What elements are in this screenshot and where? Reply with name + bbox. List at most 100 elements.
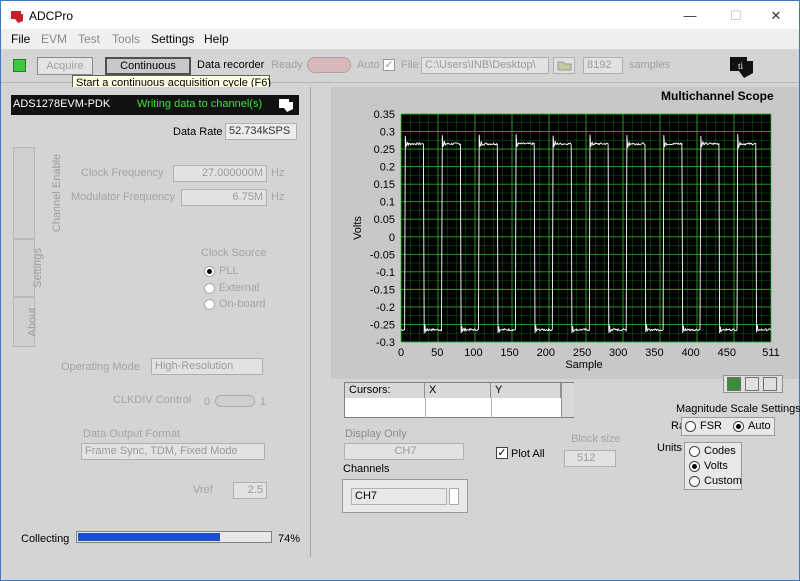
menu-bar: File EVM Test Tools Settings Help: [1, 29, 799, 49]
x-tick-label: 100: [464, 347, 482, 359]
x-tick-label: 200: [537, 347, 555, 359]
file-path-input[interactable]: C:\Users\INB\Desktop\: [421, 57, 549, 74]
data-output-format-label: Data Output Format: [83, 428, 181, 440]
operating-mode-label: Operating Mode: [61, 361, 140, 373]
block-size-label: Block size: [571, 433, 621, 445]
samples-label: samples: [629, 59, 670, 71]
data-recorder-label: Data recorder: [197, 59, 265, 71]
acquire-button[interactable]: Acquire: [37, 57, 93, 75]
file-label: File: [401, 59, 419, 71]
cursor-table-scrollbar[interactable]: [561, 383, 574, 417]
y-tick-label: -0.3: [376, 337, 395, 349]
units-codes-radio[interactable]: [689, 446, 700, 457]
browse-folder-button[interactable]: [553, 57, 575, 74]
zoom-icon[interactable]: [745, 377, 759, 391]
clock-source-external-radio[interactable]: [204, 283, 215, 294]
clkdiv-toggle[interactable]: [215, 395, 255, 407]
modulator-frequency-input[interactable]: 6.75M: [181, 189, 267, 206]
data-rate-label: Data Rate: [173, 126, 223, 138]
block-size-input[interactable]: 512: [564, 450, 616, 467]
units-volts-label: Volts: [704, 460, 728, 472]
clock-frequency-unit: Hz: [271, 167, 285, 179]
progress-percent: 74%: [278, 533, 301, 545]
clock-source-onboard-label: On-board: [219, 298, 266, 310]
collecting-label: Collecting: [21, 533, 70, 545]
evm-header: ADS1278EVM-PDK Writing data to channel(s…: [11, 95, 299, 115]
range-fsr-radio[interactable]: [685, 421, 696, 432]
cursor-table-divider: [491, 398, 492, 418]
y-tick-label: 0.15: [374, 179, 395, 191]
channel-color-swatch[interactable]: [449, 488, 459, 505]
plot-all-label: Plot All: [511, 448, 545, 460]
units-custom-radio[interactable]: [689, 476, 700, 487]
tab-about[interactable]: About: [13, 297, 38, 347]
auto-checkbox[interactable]: ✓: [383, 59, 395, 71]
y-tick-label: -0.1: [376, 267, 395, 279]
units-volts-radio[interactable]: [689, 461, 700, 472]
vref-input[interactable]: 2.5: [233, 482, 267, 499]
clock-source-onboard-radio[interactable]: [204, 299, 215, 310]
operating-mode-select[interactable]: High-Resolution: [151, 358, 263, 375]
ti-evm-icon: [279, 99, 293, 112]
y-tick-label: 0: [389, 232, 395, 244]
evm-status: Writing data to channel(s): [137, 98, 263, 110]
pan-hand-icon[interactable]: [763, 377, 777, 391]
window-title: ADCPro: [29, 9, 74, 23]
continuous-button[interactable]: Continuous: [105, 57, 191, 75]
evm-tabs: Channel Enable Settings About: [13, 147, 63, 347]
data-output-format-select[interactable]: Frame Sync, TDM, Fixed Mode: [81, 443, 265, 460]
samples-input[interactable]: 8192: [583, 57, 623, 74]
auto-label: Auto: [357, 59, 380, 71]
record-indicator: [307, 57, 351, 73]
range-auto-label: Auto: [748, 420, 771, 432]
cursor-table[interactable]: Cursors: X Y: [344, 382, 574, 418]
magnitude-scale-title: Magnitude Scale Settings: [676, 403, 800, 415]
y-tick-label: 0.25: [374, 144, 395, 156]
clock-source-external-label: External: [219, 282, 260, 294]
evm-name: ADS1278EVM-PDK: [13, 98, 111, 110]
channel-select[interactable]: CH7: [351, 488, 447, 505]
x-tick-label: 350: [645, 347, 663, 359]
ready-label: Ready: [271, 59, 303, 71]
cursor-y-header: Y: [491, 383, 561, 398]
range-fsr-label: FSR: [700, 420, 722, 432]
menu-tools[interactable]: Tools: [112, 32, 140, 46]
tab-settings[interactable]: Settings: [13, 239, 44, 297]
crosshair-icon[interactable]: [727, 377, 741, 391]
menu-evm[interactable]: EVM: [41, 32, 67, 46]
y-axis-label: Volts: [352, 216, 364, 240]
modulator-frequency-unit: Hz: [271, 191, 285, 203]
vref-label: Vref: [193, 484, 213, 496]
progress-fill: [78, 533, 220, 541]
collecting-progress-bar: [76, 531, 272, 543]
clock-source-pll-radio[interactable]: [204, 266, 215, 277]
menu-settings[interactable]: Settings: [151, 32, 194, 46]
clkdiv-label: CLKDIV Control: [113, 394, 192, 406]
y-tick-label: 0.35: [374, 109, 395, 121]
clock-source-pll-label: PLL: [219, 265, 239, 277]
clock-frequency-input[interactable]: 27.000000M: [173, 165, 267, 182]
minimize-button[interactable]: —: [667, 1, 713, 31]
scope-chart[interactable]: 0.35 0.3 0.25 0.2 0.15 0.1 0.05 0 -0.05 -0.1 -0.15…: [341, 105, 789, 377]
cursor-table-divider: [425, 398, 426, 418]
units-label: Units: [657, 442, 683, 454]
menu-help[interactable]: Help: [204, 32, 229, 46]
menu-file[interactable]: File: [11, 32, 30, 46]
x-tick-label: 300: [609, 347, 627, 359]
display-only-select[interactable]: CH7: [344, 443, 464, 460]
tab-channel-enable[interactable]: Channel Enable: [13, 147, 63, 239]
range-auto-radio[interactable]: [733, 421, 744, 432]
menu-test[interactable]: Test: [78, 32, 100, 46]
x-tick-label: 511: [762, 347, 780, 359]
modulator-frequency-label: Modulator Frequency: [71, 191, 175, 203]
close-button[interactable]: ✕: [753, 1, 799, 31]
plot-all-checkbox[interactable]: ✓: [496, 447, 508, 459]
y-tick-label: 0.2: [380, 162, 395, 174]
x-tick-label: 400: [681, 347, 699, 359]
display-only-label: Display Only: [345, 428, 407, 440]
status-led: [13, 59, 26, 72]
clkdiv-high-label: 1: [260, 396, 267, 408]
graph-tools-palette: [723, 375, 783, 393]
cursor-x-header: X: [425, 383, 491, 398]
x-axis-label: Sample: [565, 359, 602, 371]
